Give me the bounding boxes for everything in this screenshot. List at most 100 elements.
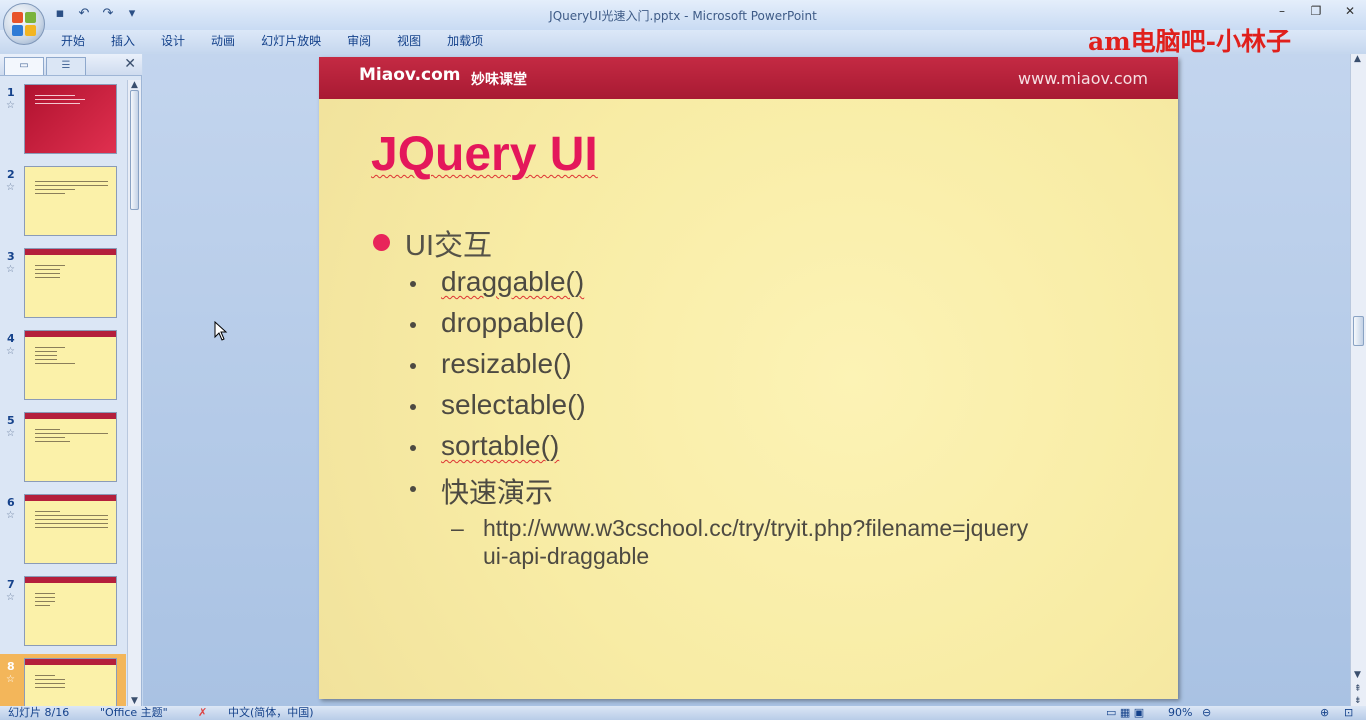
slide-counter: 幻灯片 8/16 — [8, 706, 70, 719]
slide-thumbnail[interactable] — [24, 248, 117, 318]
zoom-out-icon[interactable]: ⊖ — [1202, 706, 1211, 720]
office-logo-icon — [12, 12, 36, 36]
zoom-in-icon[interactable]: ⊕ — [1320, 706, 1329, 720]
thumbnail-row[interactable]: 4 ☆ — [0, 326, 126, 408]
window-controls: – ❐ ✕ — [1272, 4, 1360, 18]
link-bullet: – http://www.w3cschool.cc/try/tryit.php?… — [373, 514, 1163, 570]
tab-review[interactable]: 审阅 — [334, 33, 384, 49]
panel-scrollbar[interactable]: ▲ ▼ — [127, 80, 141, 706]
tab-view[interactable]: 视图 — [384, 33, 434, 49]
tab-insert[interactable]: 插入 — [98, 33, 148, 49]
animation-star-icon: ☆ — [6, 346, 15, 357]
sub-bullet: resizable() — [373, 348, 1163, 389]
thumbnail-row[interactable]: 5 ☆ — [0, 408, 126, 490]
tab-slides[interactable]: ▭ — [4, 57, 44, 75]
office-button[interactable] — [3, 3, 45, 45]
minimize-icon[interactable]: – — [1272, 4, 1292, 18]
language-indicator[interactable]: 中文(简体，中国) — [228, 706, 314, 720]
sub-bullet: droppable() — [373, 307, 1163, 348]
next-slide-icon[interactable]: ⇟ — [1354, 696, 1362, 706]
slide-number: 5 — [7, 414, 15, 427]
animation-star-icon: ☆ — [6, 674, 15, 685]
scroll-down-icon[interactable]: ▼ — [131, 696, 138, 706]
slides-panel: ▭ ☰ ✕ 1 ☆ 2 ☆ 3 ☆ 4 ☆ 5 ☆ 6 ☆ 7 ☆ 8 ☆ ▲ … — [0, 54, 142, 706]
scroll-down-icon[interactable]: ▼ — [1354, 670, 1361, 680]
slide-header-bar: Miaov.com 妙味课堂 www.miaov.com — [319, 57, 1178, 99]
status-bar: 幻灯片 8/16 "Office 主题" ✗ 中文(简体，中国) ▭ ▦ ▣ 9… — [0, 706, 1366, 720]
site-url: www.miaov.com — [1018, 69, 1148, 88]
view-buttons[interactable]: ▭ ▦ ▣ — [1106, 706, 1144, 720]
brand-chinese-name: 妙味课堂 — [471, 72, 527, 88]
slide-body[interactable]: UI交互 draggable() droppable() resizable()… — [373, 222, 1163, 570]
sub-bullet: 快速演示 — [373, 471, 1163, 512]
sub-bullet-text: resizable() — [441, 348, 572, 379]
sub-bullet-text: 快速演示 — [441, 477, 554, 508]
animation-star-icon: ☆ — [6, 182, 15, 193]
tab-home[interactable]: 开始 — [48, 33, 98, 49]
slide-canvas[interactable]: Miaov.com 妙味课堂 www.miaov.com JQuery UI U… — [319, 57, 1178, 699]
brand-logo: Miaov.com — [359, 65, 461, 85]
dash-bullet: – — [451, 515, 464, 541]
tab-design[interactable]: 设计 — [148, 33, 198, 49]
theme-name: "Office 主题" — [100, 706, 168, 719]
ribbon-tabs: 开始 插入 设计 动画 幻灯片放映 审阅 视图 加载项 — [48, 33, 496, 49]
zoom-level[interactable]: 90% — [1168, 706, 1192, 720]
thumbnail-row[interactable]: 7 ☆ — [0, 572, 126, 654]
close-icon[interactable]: ✕ — [1340, 4, 1360, 18]
scroll-up-icon[interactable]: ▲ — [131, 80, 138, 90]
scroll-up-icon[interactable]: ▲ — [1354, 54, 1361, 64]
thumbnail-row[interactable]: 3 ☆ — [0, 244, 126, 326]
thumbnail-row-active[interactable]: 8 ☆ — [0, 654, 126, 706]
animation-star-icon: ☆ — [6, 428, 15, 439]
slide-thumbnail[interactable] — [24, 658, 117, 706]
scrollbar-thumb[interactable] — [130, 90, 139, 210]
slides-view-icon: ▭ — [19, 60, 29, 71]
bullet-dot-icon — [410, 486, 416, 492]
sub-bullet-text: sortable() — [441, 430, 560, 461]
outline-view-icon: ☰ — [61, 60, 71, 71]
link-line-1[interactable]: http://www.w3cschool.cc/try/tryit.php?fi… — [483, 514, 1163, 542]
close-panel-icon[interactable]: ✕ — [124, 56, 136, 72]
bullet-dot-icon — [410, 322, 416, 328]
slide-number: 4 — [7, 332, 15, 345]
slide-number: 8 — [7, 660, 15, 673]
slide-number: 7 — [7, 578, 15, 591]
thumbnail-row[interactable]: 2 ☆ — [0, 162, 126, 244]
animation-star-icon: ☆ — [6, 592, 15, 603]
bullet-dot-icon — [410, 363, 416, 369]
bullet-dot-icon — [410, 281, 416, 287]
tab-animations[interactable]: 动画 — [198, 33, 248, 49]
fit-window-icon[interactable]: ⊡ — [1344, 706, 1353, 720]
panel-tabs: ▭ ☰ ✕ — [0, 54, 142, 76]
slide-thumbnails: 1 ☆ 2 ☆ 3 ☆ 4 ☆ 5 ☆ 6 ☆ 7 ☆ 8 ☆ — [0, 80, 126, 706]
slide-number: 3 — [7, 250, 15, 263]
slide-thumbnail[interactable] — [24, 330, 117, 400]
slide-thumbnail[interactable] — [24, 412, 117, 482]
animation-star-icon: ☆ — [6, 264, 15, 275]
slide-thumbnail[interactable] — [24, 494, 117, 564]
slide-title[interactable]: JQuery UI — [371, 127, 598, 182]
sub-bullet-text: draggable() — [441, 266, 585, 297]
link-line-2[interactable]: ui-api-draggable — [483, 542, 1163, 570]
editor-scrollbar[interactable]: ▲ ▼ ⇞ ⇟ — [1350, 54, 1366, 706]
slide-thumbnail[interactable] — [24, 576, 117, 646]
tab-addins[interactable]: 加载项 — [434, 33, 496, 49]
sub-bullet-text: droppable() — [441, 307, 585, 338]
spelling-check-icon[interactable]: ✗ — [198, 706, 207, 720]
thumbnail-row[interactable]: 6 ☆ — [0, 490, 126, 572]
mouse-cursor-icon — [214, 321, 228, 341]
scrollbar-thumb[interactable] — [1353, 316, 1364, 346]
tab-slideshow[interactable]: 幻灯片放映 — [248, 33, 334, 49]
bullet-dot-icon — [373, 234, 390, 251]
bullet-main-text: UI交互 — [405, 230, 493, 262]
slide-number: 2 — [7, 168, 15, 181]
previous-slide-icon[interactable]: ⇞ — [1354, 684, 1362, 694]
slide-thumbnail[interactable] — [24, 84, 117, 154]
sub-bullet: selectable() — [373, 389, 1163, 430]
bullet-dot-icon — [410, 445, 416, 451]
slide-thumbnail[interactable] — [24, 166, 117, 236]
thumbnail-row[interactable]: 1 ☆ — [0, 80, 126, 162]
watermark-text: am电脑吧-小林子 — [1088, 27, 1292, 56]
restore-icon[interactable]: ❐ — [1306, 4, 1326, 18]
tab-outline[interactable]: ☰ — [46, 57, 86, 75]
